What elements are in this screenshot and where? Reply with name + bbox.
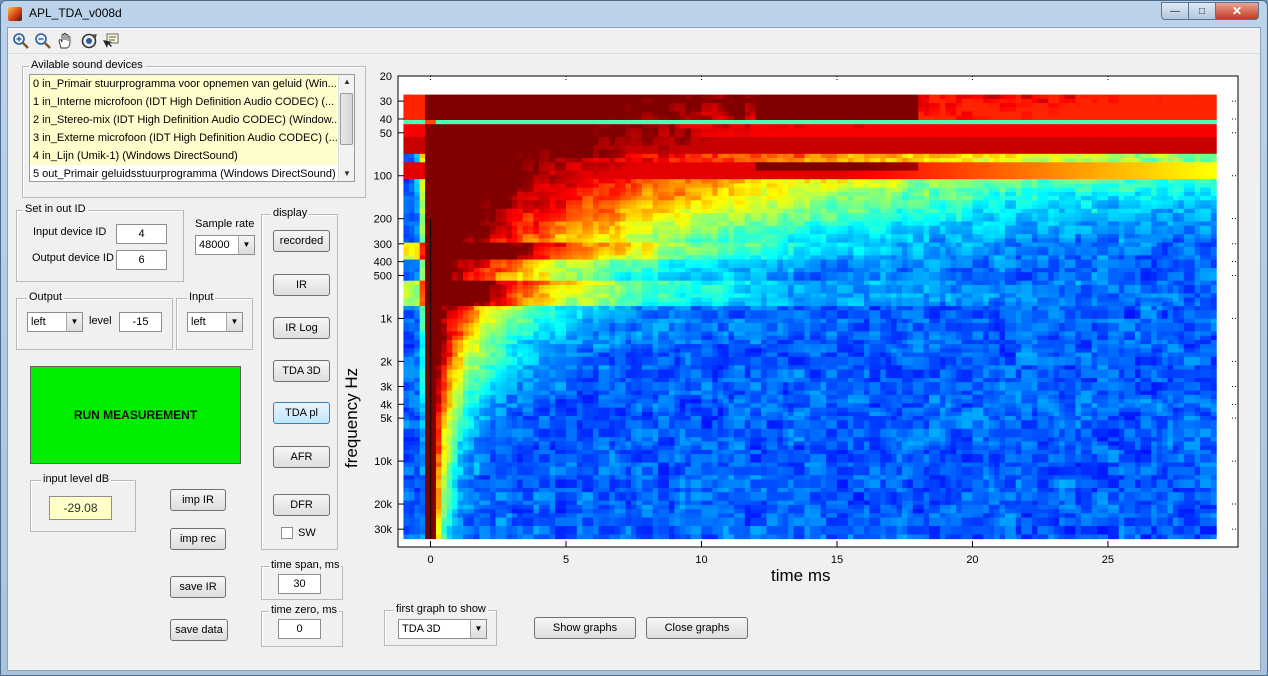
y-tick-label: 30	[380, 96, 392, 108]
sound-devices-listbox[interactable]: 0 in_Primair stuurprogramma voor opnemen…	[29, 74, 355, 182]
first-graph-select[interactable]: TDA 3D ▼	[398, 619, 487, 639]
minimize-button[interactable]: —	[1161, 2, 1188, 20]
x-tick-label: 20	[966, 554, 978, 566]
inout-id-title: Set in out ID	[23, 203, 88, 215]
chevron-down-icon[interactable]: ▼	[66, 313, 82, 331]
input-channel-select[interactable]: left ▼	[187, 312, 243, 332]
x-tick-label: 15	[831, 554, 843, 566]
y-tick-label: 200	[374, 214, 392, 226]
input-channel-value: left	[191, 316, 206, 328]
output-title: Output	[27, 291, 65, 303]
tda-heatmap-plot[interactable]: 203040501002003004005001k2k3k4k5k10k20k3…	[343, 72, 1243, 592]
save-ir-button[interactable]: save IR	[170, 576, 226, 598]
maximize-button[interactable]: □	[1188, 2, 1215, 20]
display-ir-button[interactable]: IR	[273, 274, 330, 296]
device-item-2[interactable]: 2 in_Stereo-mix (IDT High Definition Aud…	[30, 111, 337, 129]
x-tick-label: 0	[427, 554, 433, 566]
time-span-title: time span, ms	[269, 559, 342, 571]
y-tick-label: 100	[374, 171, 392, 183]
y-tick-label: 50	[380, 128, 392, 140]
figure-toolbar	[8, 28, 1260, 54]
x-axis-label: time ms	[771, 566, 831, 585]
x-tick-label: 10	[695, 554, 707, 566]
device-item-5[interactable]: 5 out_Primair geluidsstuurprogramma (Win…	[30, 165, 337, 181]
level-label: level	[89, 315, 112, 327]
device-item-3[interactable]: 3 in_Externe microfoon (IDT High Definit…	[30, 129, 337, 147]
time-zero-title: time zero, ms	[269, 604, 340, 616]
rotate-3d-icon[interactable]	[80, 32, 98, 50]
x-tick-label: 5	[563, 554, 569, 566]
display-ir-log-button[interactable]: IR Log	[273, 317, 330, 339]
run-measurement-button[interactable]: RUN MEASUREMENT	[30, 366, 241, 464]
output-channel-value: left	[31, 316, 46, 328]
y-tick-label: 5k	[380, 413, 392, 425]
chevron-down-icon[interactable]: ▼	[226, 313, 242, 331]
chevron-down-icon[interactable]: ▼	[470, 620, 486, 638]
y-tick-label: 20	[380, 72, 392, 83]
y-tick-label: 500	[374, 270, 392, 282]
y-tick-label: 30k	[374, 524, 392, 536]
figure-client-area: Avilable sound devices 0 in_Primair stuu…	[7, 27, 1261, 671]
data-cursor-icon[interactable]	[102, 32, 120, 50]
device-item-0[interactable]: 0 in_Primair stuurprogramma voor opnemen…	[30, 75, 337, 93]
y-tick-label: 2k	[380, 356, 392, 368]
sw-checkbox[interactable]	[281, 527, 293, 539]
sample-rate-value: 48000	[199, 239, 230, 251]
input-title: Input	[187, 291, 216, 303]
app-window: APL_TDA_v008d — □ ✕ Avilable sound devic…	[0, 0, 1268, 676]
sound-devices-title: Avilable sound devices	[29, 59, 145, 71]
display-recorded-button[interactable]: recorded	[273, 230, 330, 252]
level-field[interactable]: -15	[119, 312, 162, 332]
show-graphs-button[interactable]: Show graphs	[534, 617, 636, 639]
x-tick-label: 25	[1102, 554, 1114, 566]
y-tick-label: 3k	[380, 381, 392, 393]
y-tick-label: 40	[380, 114, 392, 126]
y-tick-label: 4k	[380, 399, 392, 411]
close-graphs-button[interactable]: Close graphs	[646, 617, 748, 639]
imp-rec-button[interactable]: imp rec	[170, 528, 226, 550]
input-level-title: input level dB	[41, 473, 112, 485]
y-tick-label: 1k	[380, 313, 392, 325]
sample-rate-label: Sample rate	[195, 218, 255, 230]
sw-label: SW	[298, 527, 316, 539]
time-span-field[interactable]: 30	[278, 574, 321, 594]
matlab-logo-icon	[8, 7, 22, 21]
first-graph-value: TDA 3D	[402, 623, 441, 635]
first-graph-title: first graph to show	[394, 603, 488, 615]
save-data-button[interactable]: save data	[170, 619, 228, 641]
device-item-4[interactable]: 4 in_Lijn (Umik-1) (Windows DirectSound)	[30, 147, 337, 165]
y-tick-label: 300	[374, 239, 392, 251]
title-bar[interactable]: APL_TDA_v008d — □ ✕	[1, 1, 1267, 27]
sample-rate-select[interactable]: 48000 ▼	[195, 235, 255, 255]
heatmap-cells	[403, 94, 1217, 540]
display-tda-3d-button[interactable]: TDA 3D	[273, 360, 330, 382]
inout-id-panel: Set in out ID	[16, 203, 184, 282]
display-afr-button[interactable]: AFR	[273, 446, 330, 468]
input-level-readout: -29.08	[49, 496, 112, 520]
device-item-1[interactable]: 1 in_Interne microfoon (IDT High Definit…	[30, 93, 337, 111]
input-device-field[interactable]: 4	[116, 224, 167, 244]
y-tick-label: 400	[374, 257, 392, 269]
y-axis-label: frequency Hz	[342, 367, 361, 468]
output-device-field[interactable]: 6	[116, 250, 167, 270]
display-title: display	[271, 207, 310, 219]
display-dfr-button[interactable]: DFR	[273, 494, 330, 516]
imp-ir-button[interactable]: imp IR	[170, 489, 226, 511]
display-tda-pl-button[interactable]: TDA pl	[273, 402, 330, 424]
input-device-label: Input device ID	[33, 226, 107, 238]
output-device-label: Output device ID	[32, 252, 114, 264]
chevron-down-icon[interactable]: ▼	[238, 236, 254, 254]
zoom-out-icon[interactable]	[34, 32, 52, 50]
y-tick-label: 20k	[374, 499, 392, 511]
close-button[interactable]: ✕	[1215, 2, 1259, 20]
pan-hand-icon[interactable]	[56, 32, 74, 50]
time-zero-field[interactable]: 0	[278, 619, 321, 639]
window-title: APL_TDA_v008d	[29, 6, 122, 20]
output-channel-select[interactable]: left ▼	[27, 312, 83, 332]
zoom-in-icon[interactable]	[12, 32, 30, 50]
y-tick-label: 10k	[374, 456, 392, 468]
